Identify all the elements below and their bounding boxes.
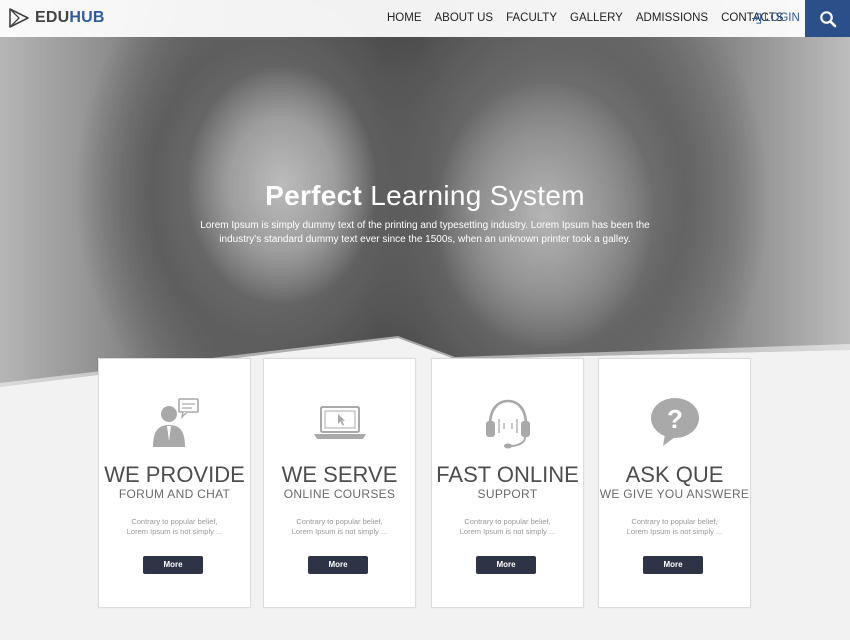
feature-card-forum: WE PROVIDE FORUM AND CHAT Contrary to po… <box>98 358 251 608</box>
play-logo-icon <box>9 8 29 28</box>
hero-title: Perfect Learning System <box>0 180 850 212</box>
hero-title-bold: Perfect <box>265 180 363 211</box>
search-button[interactable] <box>805 0 850 37</box>
more-button[interactable]: More <box>308 556 368 574</box>
laptop-icon <box>313 406 366 439</box>
nav-admissions[interactable]: ADMISSIONS <box>636 12 708 24</box>
card-title: WE PROVIDE <box>104 462 245 487</box>
card-text: Contrary to popular belief, Lorem Ipsum … <box>459 517 556 536</box>
main-menu: HOME ABOUT US FACULTY GALLERY ADMISSIONS… <box>387 12 796 24</box>
more-button[interactable]: More <box>476 556 536 574</box>
search-icon <box>819 10 836 27</box>
nav-about-us[interactable]: ABOUT US <box>435 12 494 24</box>
card-text: Contrary to popular belief, Lorem Ipsum … <box>626 517 723 536</box>
more-button[interactable]: More <box>143 556 203 574</box>
card-title: ASK QUE <box>625 462 724 487</box>
logo-main: EDU <box>35 9 70 26</box>
nav-gallery[interactable]: GALLERY <box>570 12 623 24</box>
card-subtitle: ONLINE COURSES <box>283 487 396 501</box>
top-navigation: EDUHUB HOME ABOUT US FACULTY GALLERY ADM… <box>0 0 850 37</box>
card-text: Contrary to popular belief, Lorem Ipsum … <box>291 517 388 536</box>
site-logo[interactable]: EDUHUB <box>8 7 105 29</box>
card-title: FAST ONLINE <box>436 462 579 487</box>
logo-accent: HUB <box>69 9 105 26</box>
card-subtitle: WE GIVE YOU ANSWERE <box>599 487 750 501</box>
card-subtitle: FORUM AND CHAT <box>118 487 231 501</box>
feature-card-support: FAST ONLINE SUPPORT Contrary to popular … <box>431 358 584 608</box>
feature-card-courses: WE SERVE ONLINE COURSES Contrary to popu… <box>263 358 416 608</box>
login-icon <box>751 12 762 24</box>
svg-text:?: ? <box>667 404 683 434</box>
feature-card-questions: ? ASK QUE WE GIVE YOU ANSWERE Contrary t… <box>598 358 751 608</box>
headset-icon <box>485 399 530 449</box>
hero-text: Lorem Ipsum is simply dummy text of the … <box>200 220 650 245</box>
login-label: LOGIN <box>764 12 800 24</box>
logo-text: EDUHUB <box>35 9 105 27</box>
card-text: Contrary to popular belief, Lorem Ipsum … <box>126 517 223 536</box>
hero-title-rest: Learning System <box>370 180 585 211</box>
card-title: WE SERVE <box>281 462 398 487</box>
more-button[interactable]: More <box>643 556 703 574</box>
forum-chat-icon <box>152 398 199 447</box>
card-subtitle: SUPPORT <box>477 487 538 501</box>
login-link[interactable]: LOGIN <box>751 12 800 24</box>
nav-faculty[interactable]: FACULTY <box>506 12 557 24</box>
question-bubble-icon: ? <box>650 398 699 446</box>
nav-home[interactable]: HOME <box>387 12 422 24</box>
